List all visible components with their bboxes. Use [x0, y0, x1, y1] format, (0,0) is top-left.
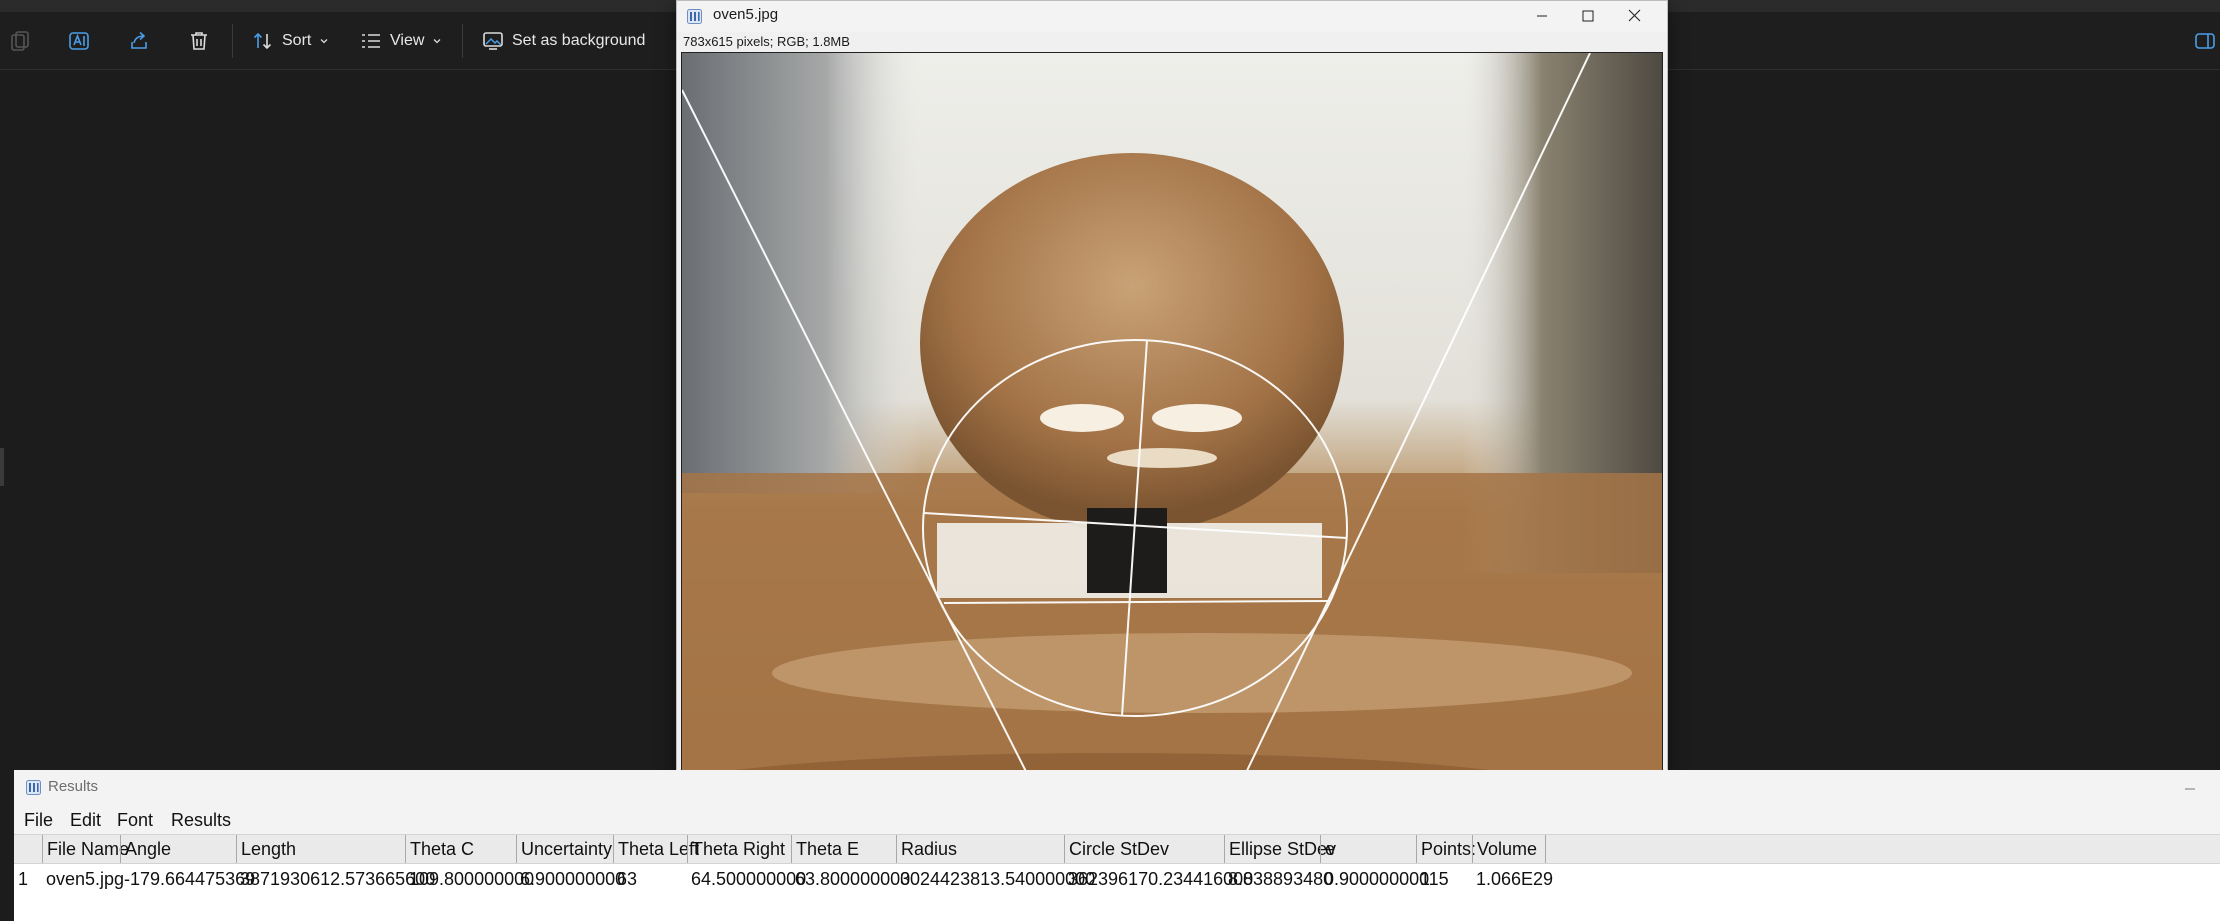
sort-button[interactable]: Sort	[252, 26, 329, 56]
view-icon	[360, 30, 382, 52]
table-cell: -179.664475369	[124, 869, 256, 889]
delete-icon	[188, 30, 210, 52]
toolbar-divider	[462, 24, 463, 58]
droplet	[920, 153, 1344, 533]
table-cell: oven5.jpg	[46, 869, 125, 889]
view-button[interactable]: View	[360, 26, 442, 56]
table-cell: 8.838893480	[1228, 869, 1334, 889]
menu-file[interactable]: File	[24, 810, 53, 831]
table-cell: 115	[1420, 869, 1449, 889]
share-button[interactable]	[128, 26, 150, 56]
image-window-title: oven5.jpg	[713, 6, 779, 23]
toolbar-divider	[232, 24, 233, 58]
table-cell: 0.900000000	[1324, 869, 1430, 889]
table-cell: 6.900000000	[520, 869, 626, 889]
column-header[interactable]: Uncertainty	[516, 835, 613, 863]
droplet-photo	[682, 53, 1662, 823]
menu-edit[interactable]: Edit	[70, 810, 101, 831]
chevron-down-icon	[432, 36, 442, 46]
table-cell: 1	[18, 869, 29, 889]
droplet-highlight	[1107, 448, 1217, 468]
droplet-dark-reflection	[1087, 508, 1167, 593]
oven-left-wall	[682, 53, 922, 493]
results-titlebar[interactable]: Results	[14, 770, 2220, 806]
image-window-titlebar[interactable]: oven5.jpg	[677, 1, 1667, 32]
rename-button[interactable]	[68, 26, 90, 56]
imagej-icon	[687, 9, 702, 24]
column-header[interactable]: Angle	[120, 835, 236, 863]
sidebar-handle[interactable]	[0, 448, 4, 486]
table-cell: 63.800000000	[795, 869, 911, 889]
column-header[interactable]: Radius	[896, 835, 1064, 863]
image-info-label: 783x615 pixels; RGB; 1.8MB	[683, 34, 850, 49]
delete-button[interactable]	[188, 26, 210, 56]
share-icon	[128, 30, 150, 52]
sort-icon	[252, 30, 274, 52]
results-window: Results File Edit Font Results File Name…	[14, 770, 2220, 921]
minimize-icon	[2184, 780, 2196, 799]
maximize-icon	[1582, 7, 1594, 26]
results-title: Results	[48, 778, 99, 795]
menu-results[interactable]: Results	[171, 810, 231, 831]
imagej-icon	[26, 780, 41, 795]
copy-button[interactable]	[10, 26, 30, 56]
substrate-highlight	[772, 633, 1632, 713]
set-background-label: Set as background	[512, 32, 646, 49]
close-button[interactable]	[1611, 1, 1657, 32]
table-header-row: File Name Angle Length Theta C Uncertain…	[14, 834, 2220, 864]
table-cell: 1.066E29	[1476, 869, 1554, 889]
table-cell: 3024423813.540000000	[900, 869, 1096, 889]
view-label: View	[390, 32, 425, 49]
table-cell: 109.800000000	[409, 869, 535, 889]
rename-icon	[68, 30, 90, 52]
background-icon	[482, 30, 504, 52]
maximize-button[interactable]	[1565, 1, 1611, 32]
sort-label: Sort	[282, 32, 312, 49]
column-header[interactable]: Length	[236, 835, 405, 863]
results-menubar: File Edit Font Results	[14, 806, 2220, 834]
column-header[interactable]: Volume	[1472, 835, 1546, 863]
droplet-highlight	[1152, 404, 1242, 432]
minimize-button[interactable]	[1519, 1, 1565, 32]
column-header[interactable]: Theta Right	[687, 835, 791, 863]
minimize-button[interactable]	[2184, 780, 2196, 799]
column-header[interactable]	[14, 835, 42, 863]
column-header[interactable]: Circle StDev	[1064, 835, 1224, 863]
table-cell: 362396170.234416000	[1068, 869, 1254, 889]
table-row[interactable]: 1 oven5.jpg -179.664475369 3871930612.57…	[14, 864, 2220, 894]
panel-toggle-button[interactable]	[2194, 26, 2216, 56]
close-icon	[1628, 7, 1641, 26]
table-cell: 64.500000000	[691, 869, 807, 889]
set-background-button[interactable]: Set as background	[482, 26, 645, 56]
column-header[interactable]: Theta Left	[613, 835, 699, 863]
column-header[interactable]: e	[1320, 835, 1416, 863]
column-header[interactable]: File Name	[42, 835, 129, 863]
image-canvas[interactable]	[681, 52, 1663, 824]
panel-icon	[2194, 30, 2216, 52]
column-header[interactable]: Ellipse StDev	[1224, 835, 1336, 863]
menu-font[interactable]: Font	[117, 810, 153, 831]
table-cell: 3871930612.573665600	[240, 869, 436, 889]
image-window: oven5.jpg 783x615 pixels; RGB; 1.8MB	[676, 0, 1668, 828]
droplet-highlight	[1040, 404, 1124, 432]
chevron-down-icon	[319, 36, 329, 46]
column-header[interactable]: Theta E	[791, 835, 896, 863]
table-cell: 63	[617, 869, 638, 889]
column-header[interactable]: Theta C	[405, 835, 516, 863]
minimize-icon	[1536, 7, 1548, 26]
column-header[interactable]: Points:	[1416, 835, 1476, 863]
copy-icon	[10, 30, 30, 52]
